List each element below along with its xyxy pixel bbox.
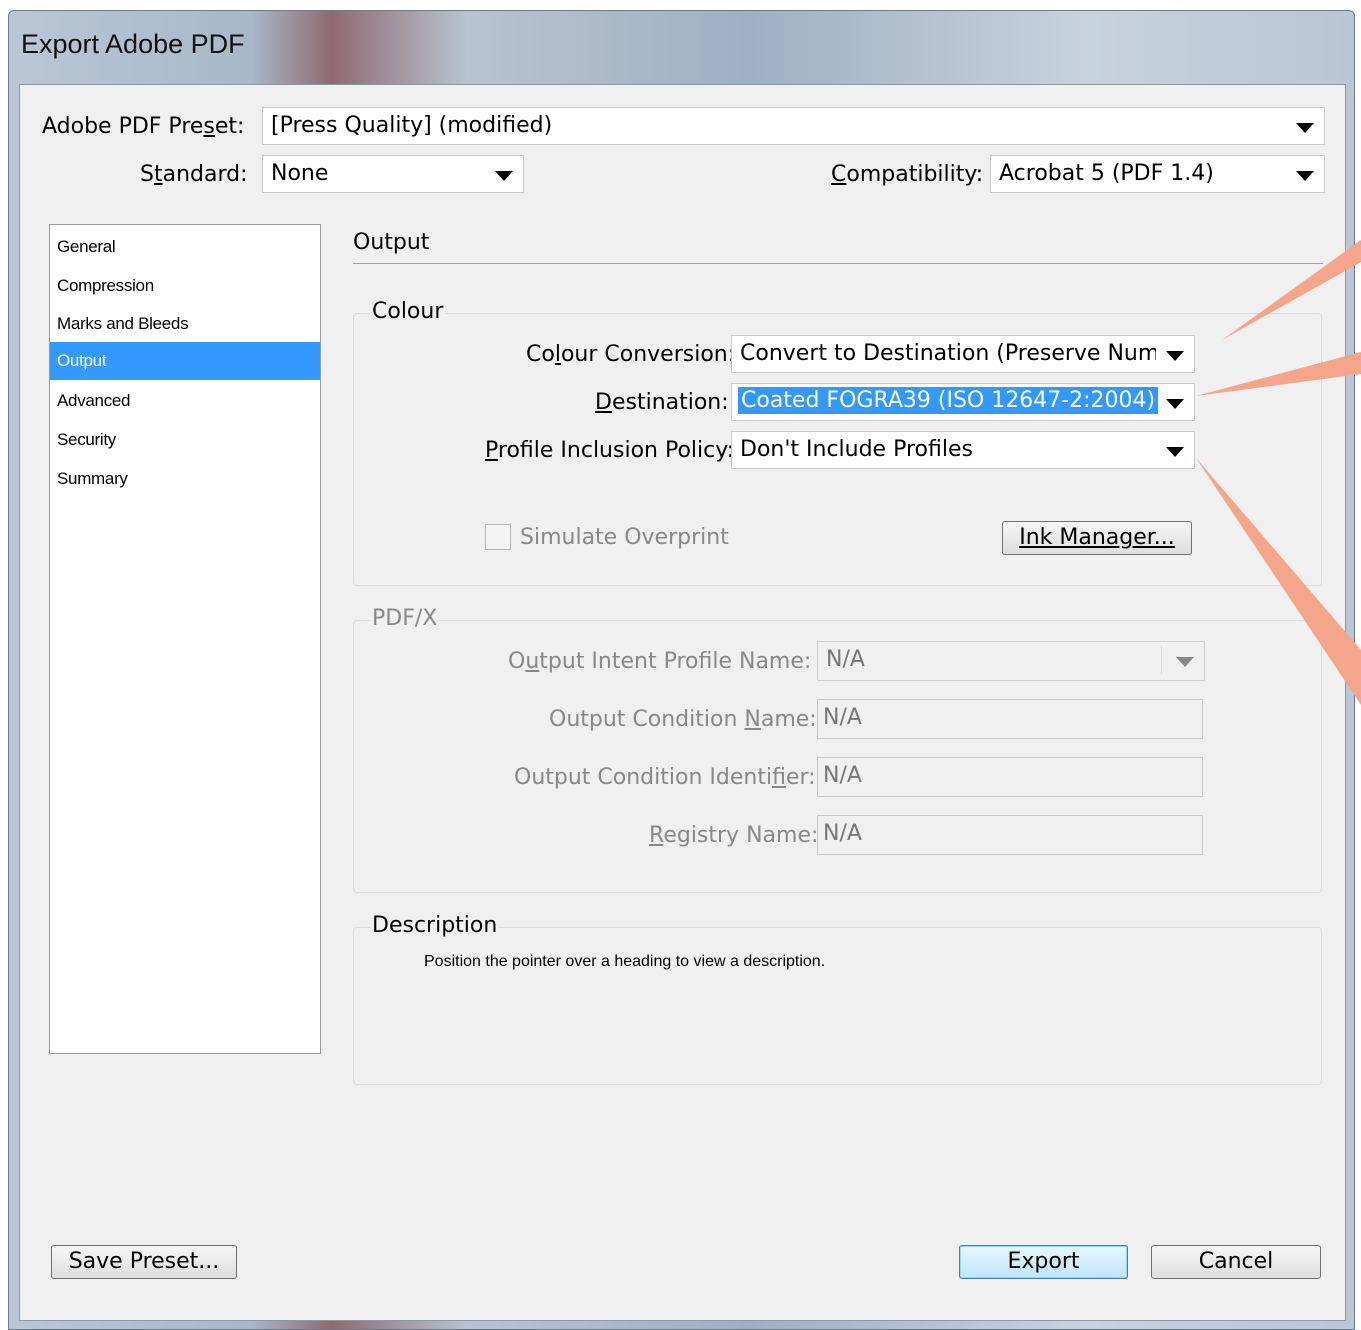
callout-pointer-profile [1196,458,1361,705]
callout-pointer-conversion [1222,240,1361,340]
callout-pointer-destination [1196,352,1361,396]
annotation-callouts [1196,240,1361,705]
